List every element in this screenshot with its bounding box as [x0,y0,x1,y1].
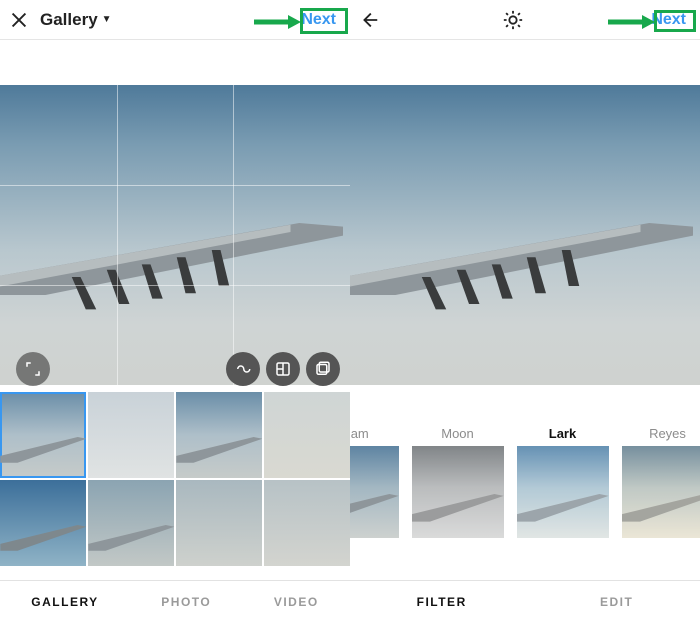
expand-crop-button[interactable] [16,352,50,386]
filter-thumb [412,446,504,538]
grid-line [0,285,350,286]
wing-illustration [0,223,343,331]
grid-line [0,185,350,186]
lux-brightness-icon[interactable] [502,9,524,31]
bottom-tabs-left: GALLERY PHOTO VIDEO [0,580,350,622]
tab-gallery[interactable]: GALLERY [31,595,98,609]
tab-filter[interactable]: FILTER [417,595,467,609]
tab-photo[interactable]: PHOTO [161,595,211,609]
gallery-dropdown-label: Gallery [40,10,98,30]
gallery-grid [0,392,350,580]
top-bar-right: Next [350,0,700,40]
filter-canvas[interactable] [350,85,700,385]
gallery-thumb[interactable] [264,480,350,566]
filter-thumb [622,446,700,538]
filter-item-lark[interactable]: Lark [515,420,610,550]
wing-illustration [350,223,693,331]
next-button[interactable]: Next [645,8,692,32]
filter-label: gham [350,420,369,446]
selected-photo-preview [0,85,350,385]
filtered-photo-preview [350,85,700,385]
gallery-thumb[interactable] [0,480,86,566]
gallery-thumb[interactable] [176,480,262,566]
screen-filter: Next gham Moon Lark [350,0,700,622]
gallery-thumb[interactable] [176,392,262,478]
filter-item-gingham[interactable]: gham [350,420,400,550]
filter-strip[interactable]: gham Moon Lark Reyes [350,420,700,550]
gallery-thumb[interactable] [88,392,174,478]
multi-select-button[interactable] [306,352,340,386]
gallery-thumb[interactable] [0,392,86,478]
chevron-down-icon: ▼ [102,14,112,25]
tab-edit[interactable]: EDIT [600,595,633,609]
filter-item-moon[interactable]: Moon [410,420,505,550]
filter-label: Moon [441,420,474,446]
filter-thumb [517,446,609,538]
top-bar-left: Gallery ▼ Next [0,0,350,40]
filter-label: Reyes [649,420,686,446]
layout-collage-button[interactable] [266,352,300,386]
crop-canvas[interactable] [0,85,350,385]
grid-line [233,85,234,385]
gallery-dropdown[interactable]: Gallery ▼ [40,10,112,30]
filter-item-reyes[interactable]: Reyes [620,420,700,550]
filter-thumb [350,446,399,538]
screen-photo-picker: Gallery ▼ Next [0,0,350,622]
close-icon[interactable] [8,9,30,31]
gallery-thumb[interactable] [264,392,350,478]
canvas-controls [0,345,350,393]
filter-label: Lark [549,420,576,446]
grid-line [117,85,118,385]
gallery-thumb[interactable] [88,480,174,566]
back-icon[interactable] [358,9,380,31]
tab-video[interactable]: VIDEO [274,595,319,609]
next-button[interactable]: Next [295,8,342,32]
bottom-tabs-right: FILTER EDIT [350,580,700,622]
boomerang-button[interactable] [226,352,260,386]
